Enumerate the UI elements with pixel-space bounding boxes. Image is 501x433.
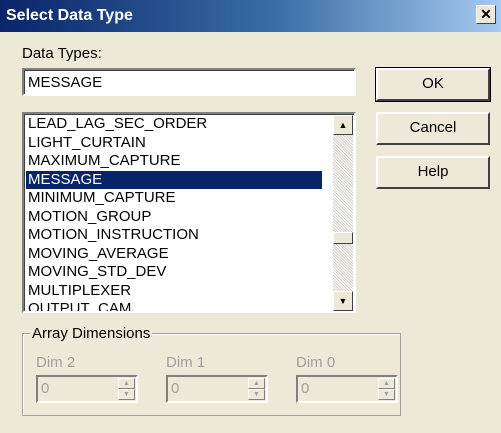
list-item[interactable]: MOTION_INSTRUCTION	[26, 226, 322, 245]
array-dimensions-label: Array Dimensions	[30, 325, 153, 342]
spin-up-icon[interactable]: ▲	[248, 378, 265, 389]
list-item-selected[interactable]: MESSAGE	[26, 170, 322, 189]
select-data-type-dialog: Select Data Type ✕ Data Types: MESSAGE O…	[0, 0, 501, 433]
scroll-up-button[interactable]: ▲	[333, 115, 353, 135]
list-item[interactable]: LEAD_LAG_SEC_ORDER	[26, 115, 322, 134]
list-item[interactable]: MOVING_STD_DEV	[26, 263, 322, 282]
dim0-value: 0	[301, 380, 310, 397]
spin-down-icon[interactable]: ▼	[378, 389, 395, 400]
spin-down-icon[interactable]: ▼	[248, 389, 265, 400]
down-arrow-icon: ▼	[338, 296, 348, 306]
close-icon: ✕	[480, 6, 492, 22]
up-arrow-icon: ▲	[338, 120, 348, 130]
scroll-down-button[interactable]: ▼	[333, 291, 353, 311]
dim0-spinner[interactable]: 0 ▲ ▼	[296, 375, 398, 403]
dim0-label: Dim 0	[296, 354, 336, 371]
cancel-button[interactable]: Cancel	[376, 112, 490, 145]
list-item[interactable]: MOTION_GROUP	[26, 208, 322, 227]
list-item[interactable]: MAXIMUM_CAPTURE	[26, 152, 322, 171]
dim1-spin-arrows[interactable]: ▲ ▼	[248, 378, 265, 400]
title-bar[interactable]: Select Data Type ✕	[0, 0, 501, 32]
dim1-value: 0	[171, 380, 180, 397]
data-type-input[interactable]: MESSAGE	[22, 68, 356, 96]
list-item[interactable]: MINIMUM_CAPTURE	[26, 189, 322, 208]
help-button[interactable]: Help	[376, 156, 490, 189]
list-item[interactable]: OUTPUT_CAM	[26, 300, 322, 311]
dim2-spin-arrows[interactable]: ▲ ▼	[118, 378, 135, 400]
dim2-label: Dim 2	[36, 354, 76, 371]
ok-button[interactable]: OK	[375, 67, 491, 102]
scroll-thumb[interactable]	[333, 232, 353, 244]
spin-up-icon[interactable]: ▲	[118, 378, 135, 389]
dim1-spinner[interactable]: 0 ▲ ▼	[166, 375, 268, 403]
list-item[interactable]: LIGHT_CURTAIN	[26, 134, 322, 153]
spin-down-icon[interactable]: ▼	[118, 389, 135, 400]
list-item[interactable]: MULTIPLEXER	[26, 282, 322, 301]
list-item[interactable]: MOVING_AVERAGE	[26, 245, 322, 264]
dialog-title: Select Data Type	[6, 7, 133, 24]
dim2-spinner[interactable]: 0 ▲ ▼	[36, 375, 138, 403]
list-scrollbar[interactable]: ▲ ▼	[333, 115, 353, 311]
dim0-spin-arrows[interactable]: ▲ ▼	[378, 378, 395, 400]
close-button[interactable]: ✕	[476, 5, 496, 24]
spin-up-icon[interactable]: ▲	[378, 378, 395, 389]
data-types-label: Data Types:	[22, 45, 102, 62]
dim1-label: Dim 1	[166, 354, 206, 371]
dim2-value: 0	[41, 380, 50, 397]
data-type-list[interactable]: LEAD_LAG_SEC_ORDER LIGHT_CURTAIN MAXIMUM…	[22, 112, 356, 313]
